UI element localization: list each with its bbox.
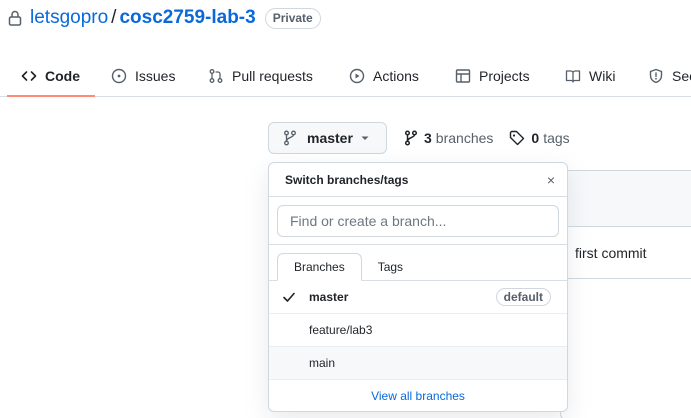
tab-projects-label: Projects — [479, 68, 530, 84]
path-separator: / — [111, 7, 117, 28]
issue-icon — [111, 68, 127, 84]
tab-actions[interactable]: Actions — [349, 55, 419, 97]
branch-name: feature/lab3 — [309, 323, 373, 337]
tab-code[interactable]: Code — [21, 55, 80, 97]
tab-pull-requests[interactable]: Pull requests — [208, 55, 313, 97]
tab-pull-requests-label: Pull requests — [232, 68, 313, 84]
tab-code-label: Code — [45, 68, 80, 84]
play-icon — [349, 68, 365, 84]
tab-wiki-label: Wiki — [589, 68, 616, 84]
code-icon — [21, 71, 37, 81]
branch-select-button[interactable]: master — [268, 122, 387, 154]
git-branch-icon — [284, 130, 296, 146]
repo-header: letsgopro / cosc2759-lab-3 Private — [8, 5, 321, 31]
tab-issues-label: Issues — [135, 68, 176, 84]
tab-branches[interactable]: Branches — [277, 253, 362, 281]
tab-security[interactable]: Sec — [648, 55, 691, 97]
view-all-branches-link[interactable]: View all branches — [269, 380, 567, 411]
branch-item-main[interactable]: main — [269, 347, 567, 380]
check-icon — [269, 290, 309, 304]
tab-issues[interactable]: Issues — [111, 55, 175, 97]
branches-label: branches — [435, 130, 494, 146]
visibility-badge: Private — [264, 7, 321, 29]
pull-request-icon — [209, 69, 223, 83]
dropdown-title: Switch branches/tags — [285, 172, 409, 187]
branch-item-master[interactable]: master default — [269, 281, 567, 314]
tab-security-label: Sec — [672, 68, 691, 84]
branches-link[interactable]: 3 branches — [404, 130, 493, 146]
close-icon[interactable]: × — [547, 172, 555, 188]
repo-counts: 3 branches 0 tags — [404, 122, 570, 154]
tab-tags[interactable]: Tags — [362, 253, 419, 281]
shield-icon — [649, 68, 663, 84]
dropdown-header: Switch branches/tags × — [269, 163, 567, 197]
lock-icon — [8, 9, 24, 27]
branches-count: 3 — [424, 130, 432, 146]
repo-owner-link[interactable]: letsgopro — [30, 7, 108, 29]
book-icon — [565, 70, 581, 83]
commit-message[interactable]: first commit — [575, 245, 647, 261]
dropdown-tabs: Branches Tags — [269, 245, 567, 281]
branch-name: main — [309, 356, 336, 370]
git-branch-icon — [404, 130, 418, 146]
tags-count: 0 — [531, 130, 540, 146]
tags-link[interactable]: 0 tags — [509, 130, 570, 146]
commit-row[interactable]: first commit — [561, 227, 691, 279]
current-branch-label: master — [307, 130, 353, 146]
tags-label: tags — [543, 130, 570, 146]
caret-down-icon — [361, 136, 369, 140]
branch-filter-input[interactable] — [277, 205, 559, 237]
file-box-header — [561, 171, 691, 227]
branch-name: master — [309, 290, 349, 304]
tab-actions-label: Actions — [373, 68, 419, 84]
default-badge: default — [495, 288, 551, 306]
repo-tab-nav: Code Issues Pull requests Actions Projec… — [0, 55, 691, 97]
tab-wiki[interactable]: Wiki — [565, 55, 615, 97]
dropdown-filter — [269, 197, 567, 245]
active-tab-underline — [7, 95, 95, 97]
tag-icon — [510, 130, 525, 146]
tab-projects[interactable]: Projects — [455, 55, 530, 97]
file-list-box: first commit — [560, 170, 691, 418]
table-icon — [455, 69, 471, 83]
repo-name-link[interactable]: cosc2759-lab-3 — [119, 7, 255, 29]
branch-dropdown: Switch branches/tags × Branches Tags mas… — [268, 162, 568, 412]
branch-item-feature-lab3[interactable]: feature/lab3 — [269, 314, 567, 347]
